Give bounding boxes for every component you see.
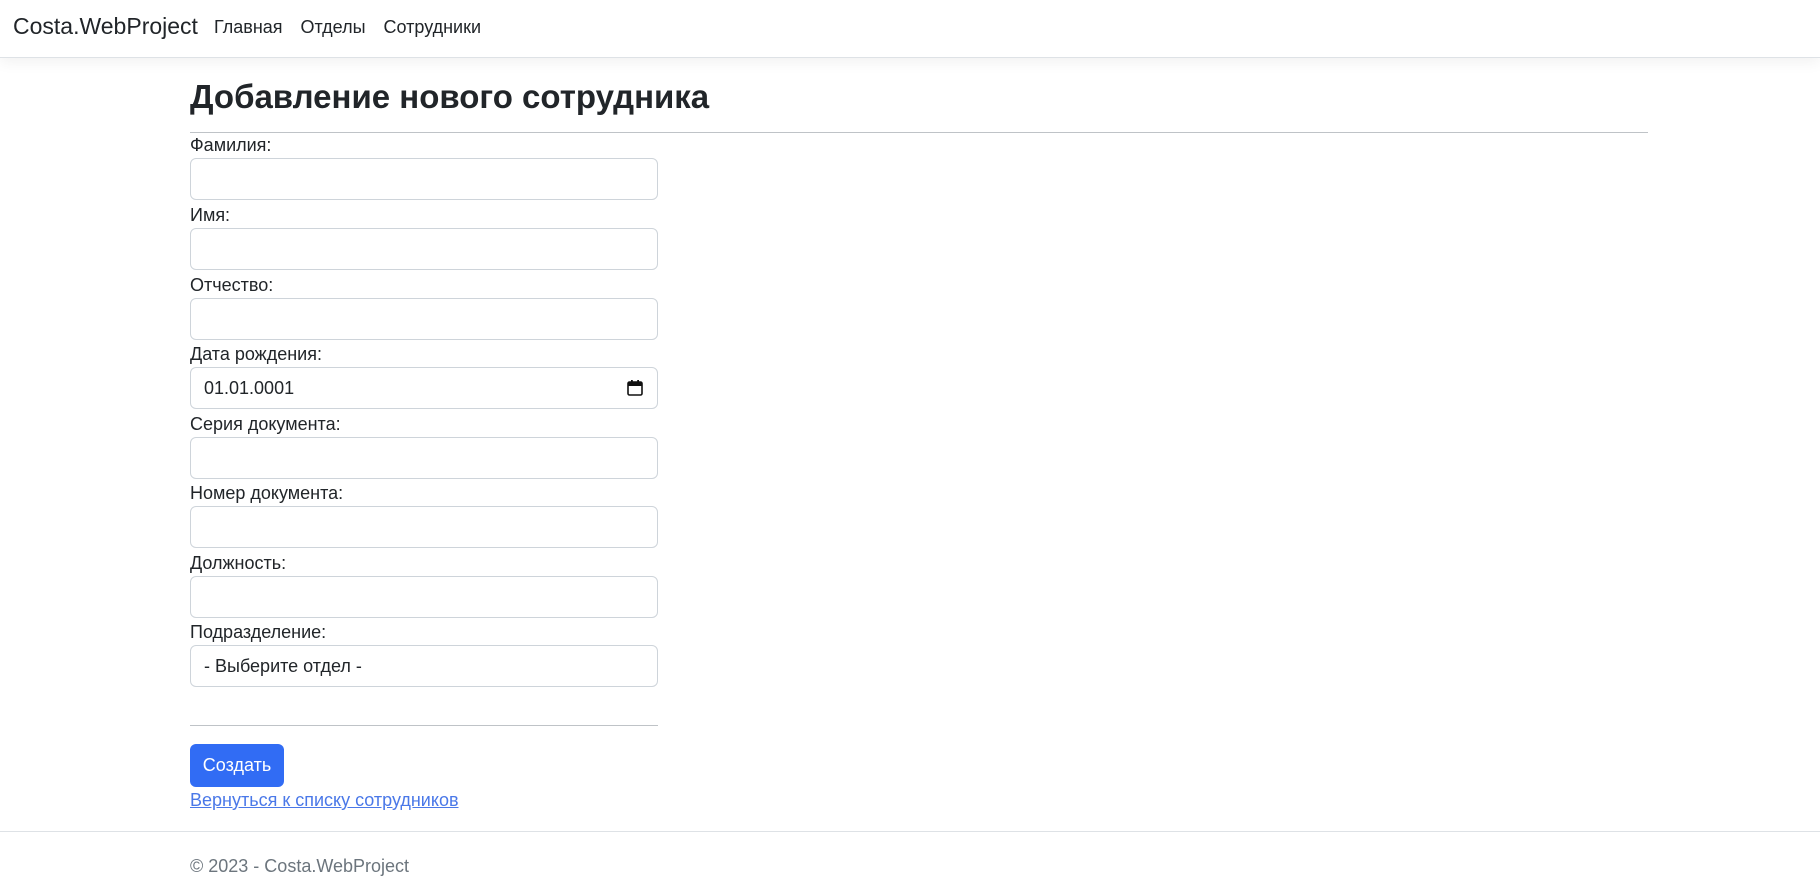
footer: © 2023 - Costa.WebProject xyxy=(0,831,1820,886)
form-divider xyxy=(190,725,658,726)
field-document-series: Серия документа: xyxy=(190,413,658,479)
field-last-name: Фамилия: xyxy=(190,134,658,200)
patronymic-label: Отчество: xyxy=(190,275,274,295)
department-label: Подразделение: xyxy=(190,622,327,642)
field-department: Подразделение: - Выберите отдел - xyxy=(190,621,658,687)
footer-copyright: © 2023 - Costa.WebProject xyxy=(190,856,410,876)
nav-link-departments[interactable]: Отделы xyxy=(301,17,366,38)
department-select[interactable]: - Выберите отдел - xyxy=(190,645,658,687)
back-to-list-link[interactable]: Вернуться к списку сотрудников xyxy=(190,790,459,811)
position-input[interactable] xyxy=(190,576,658,618)
birth-date-input[interactable]: 01.01.0001 xyxy=(190,367,658,409)
birth-date-value: 01.01.0001 xyxy=(204,378,295,398)
first-name-label: Имя: xyxy=(190,205,231,225)
document-series-label: Серия документа: xyxy=(190,414,341,434)
navbar: Costa.WebProject Главная Отделы Сотрудни… xyxy=(0,0,1820,58)
field-birth-date: Дата рождения: 01.01.0001 xyxy=(190,343,658,409)
field-first-name: Имя: xyxy=(190,204,658,270)
document-number-label: Номер документа: xyxy=(190,483,344,503)
field-document-number: Номер документа: xyxy=(190,482,658,548)
document-number-input[interactable] xyxy=(190,506,658,548)
nav-link-employees[interactable]: Сотрудники xyxy=(384,17,482,38)
brand-link[interactable]: Costa.WebProject xyxy=(13,13,198,40)
page-title: Добавление нового сотрудника xyxy=(190,78,710,115)
nav-link-home[interactable]: Главная xyxy=(214,17,283,38)
last-name-label: Фамилия: xyxy=(190,135,272,155)
field-position: Должность: xyxy=(190,552,658,618)
field-patronymic: Отчество: xyxy=(190,274,658,340)
birth-date-label: Дата рождения: xyxy=(190,344,322,364)
main-nav: Главная Отделы Сотрудники xyxy=(214,17,499,38)
document-series-input[interactable] xyxy=(190,437,658,479)
title-divider xyxy=(190,132,1648,133)
first-name-input[interactable] xyxy=(190,228,658,270)
position-label: Должность: xyxy=(190,553,287,573)
calendar-icon[interactable] xyxy=(627,379,643,396)
last-name-input[interactable] xyxy=(190,158,658,200)
create-button[interactable]: Создать xyxy=(190,744,284,787)
patronymic-input[interactable] xyxy=(190,298,658,340)
